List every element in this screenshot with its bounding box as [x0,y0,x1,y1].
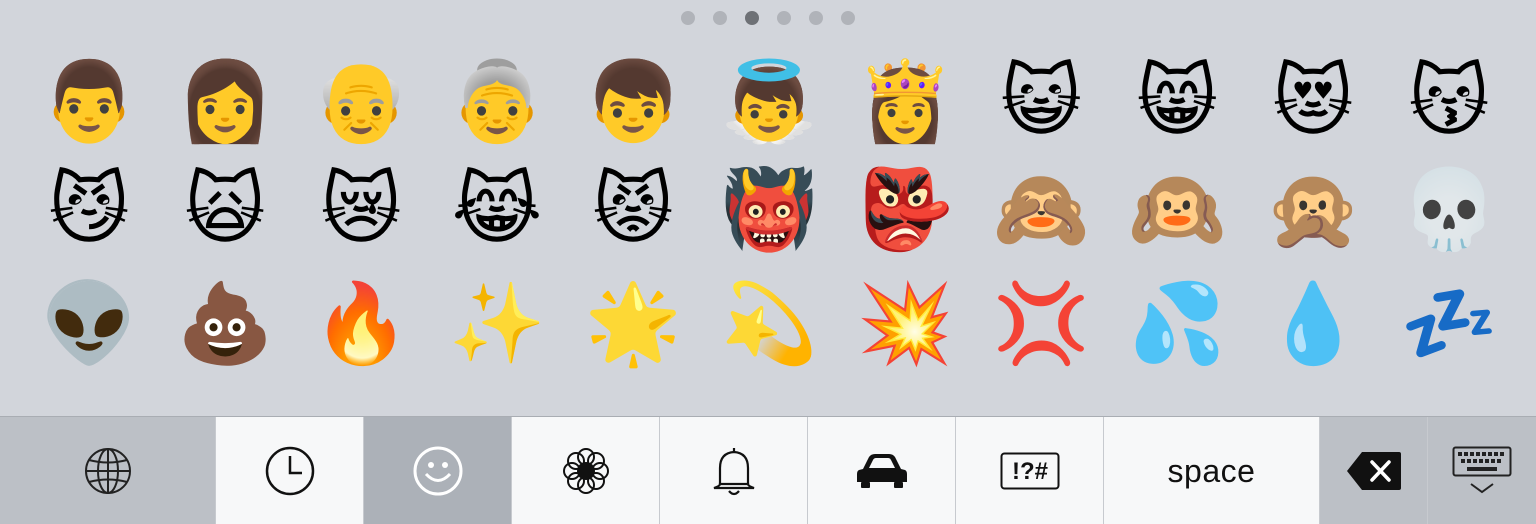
emoji-keyboard: 👨 👩 👴 👵 👦 👼 👸 😺 😸 😻 😽 😼 🙀 😿 😹 😾 👹 👺 🙈 🙉 … [0,0,1536,524]
emoji-category-bar: !?# space [0,416,1536,524]
emoji-key-smirk-cat[interactable]: 😼 [21,156,157,264]
page-dot-5[interactable] [809,11,823,25]
page-dot-3-current[interactable] [745,11,759,25]
emoji-key-speak-no-evil[interactable]: 🙊 [1245,156,1381,264]
emoji-key-older-woman[interactable]: 👵 [429,48,565,156]
backspace-icon [1346,452,1401,490]
emoji-key-sweat-drops[interactable]: 💦 [1109,264,1245,384]
emoji-key-sparkles[interactable]: ✨ [429,264,565,384]
svg-text:!?#: !?# [1012,458,1048,485]
page-dot-2[interactable] [713,11,727,25]
emoji-key-goblin[interactable]: 👺 [837,156,973,264]
emoji-grid: 👨 👩 👴 👵 👦 👼 👸 😺 😸 😻 😽 😼 🙀 😿 😹 😾 👹 👺 🙈 🙉 … [21,48,1517,384]
emoji-key-joy-cat[interactable]: 😹 [429,156,565,264]
emoji-key-crying-cat[interactable]: 😿 [293,156,429,264]
emoji-key-grinning-cat[interactable]: 😸 [1109,48,1245,156]
emoji-key-fire[interactable]: 🔥 [293,264,429,384]
emoji-key-smiley-cat[interactable]: 😺 [973,48,1109,156]
emoji-key-woman[interactable]: 👩 [157,48,293,156]
flower-icon [562,448,609,494]
symbols-icon: !?# [1000,452,1059,490]
page-dot-1[interactable] [681,11,695,25]
tab-places[interactable] [808,417,956,524]
tab-people[interactable] [364,417,512,524]
page-dot-6[interactable] [841,11,855,25]
emoji-key-ogre[interactable]: 👹 [701,156,837,264]
emoji-key-kissing-cat[interactable]: 😽 [1381,48,1517,156]
emoji-key-pouting-cat[interactable]: 😾 [565,156,701,264]
emoji-key-skull[interactable]: 💀 [1381,156,1517,264]
tab-objects[interactable] [660,417,808,524]
emoji-key-zzz[interactable]: 💤 [1381,264,1517,384]
keyboard-dismiss-button[interactable] [1428,417,1536,524]
emoji-key-boy[interactable]: 👦 [565,48,701,156]
car-icon [856,454,907,488]
globe-button[interactable] [0,417,216,524]
emoji-key-hear-no-evil[interactable]: 🙉 [1109,156,1245,264]
globe-icon [84,448,131,494]
page-indicator[interactable] [0,11,1536,25]
emoji-key-alien[interactable]: 👽 [21,264,157,384]
emoji-key-heart-eyes-cat[interactable]: 😻 [1245,48,1381,156]
bell-icon [713,448,754,496]
clock-icon [265,446,314,496]
emoji-key-glowing-star[interactable]: 🌟 [565,264,701,384]
page-dot-4[interactable] [777,11,791,25]
emoji-key-see-no-evil[interactable]: 🙈 [973,156,1109,264]
emoji-key-droplet[interactable]: 💧 [1245,264,1381,384]
emoji-key-dizzy[interactable]: 💫 [701,264,837,384]
emoji-key-man[interactable]: 👨 [21,48,157,156]
emoji-key-scream-cat[interactable]: 🙀 [157,156,293,264]
emoji-key-older-man[interactable]: 👴 [293,48,429,156]
smiley-icon [413,446,462,496]
emoji-key-collision[interactable]: 💥 [837,264,973,384]
emoji-key-princess[interactable]: 👸 [837,48,973,156]
space-label: space [1167,452,1256,489]
tab-nature[interactable] [512,417,660,524]
emoji-key-angel[interactable]: 👼 [701,48,837,156]
delete-button[interactable] [1320,417,1428,524]
emoji-key-anger[interactable]: 💢 [973,264,1109,384]
space-button[interactable]: space [1104,417,1320,524]
tab-recent[interactable] [216,417,364,524]
tab-symbols[interactable]: !?# [956,417,1104,524]
emoji-key-poop[interactable]: 💩 [157,264,293,384]
keyboard-dismiss-icon [1452,446,1512,494]
